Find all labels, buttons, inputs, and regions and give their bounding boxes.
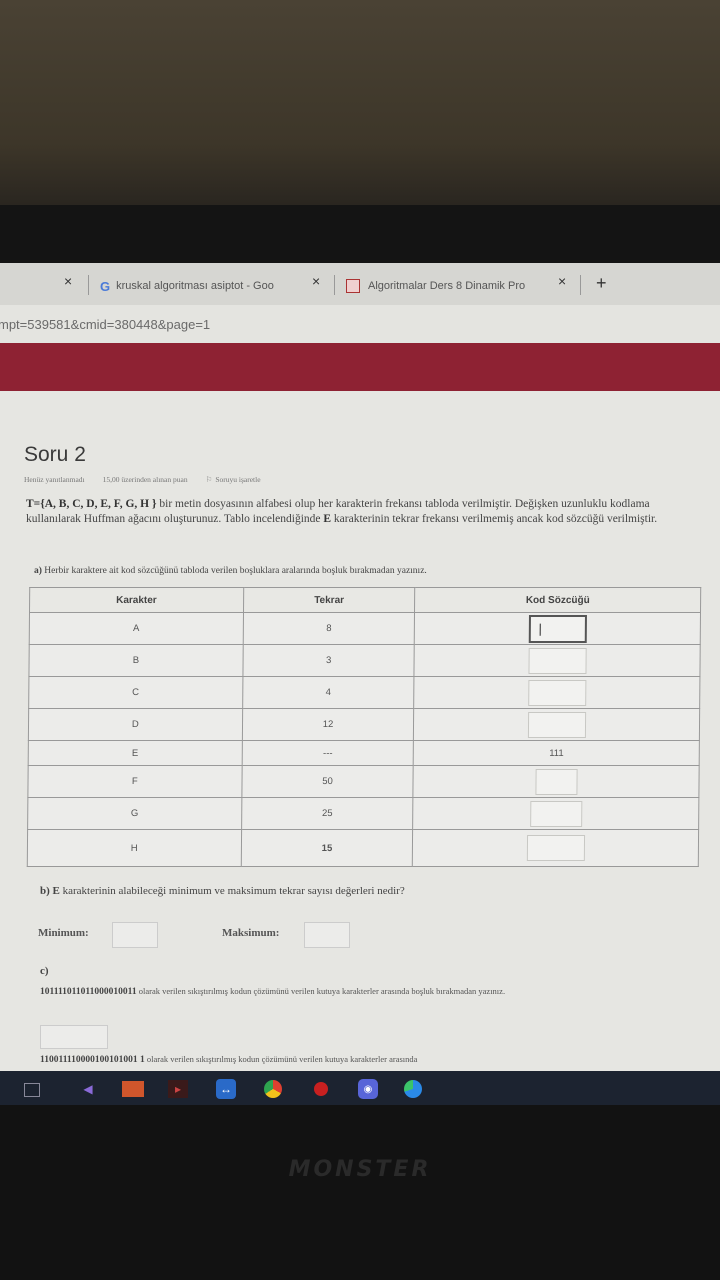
freq-cell: 4 bbox=[242, 676, 415, 709]
table-row: E --- 111 bbox=[28, 740, 700, 766]
background-wall bbox=[0, 0, 720, 205]
code-cell bbox=[413, 797, 699, 830]
part-a-instruction: a) Herbir karaktere ait kod sözcüğünü ta… bbox=[34, 566, 427, 576]
close-tab-icon[interactable]: × bbox=[64, 273, 72, 289]
part-c2-text: 110011110000100101001 1 olarak verilen s… bbox=[40, 1054, 418, 1065]
table-row: A 8 | bbox=[29, 612, 701, 645]
tab-bar: × G kruskal algoritması asiptot - Goo × … bbox=[0, 263, 720, 306]
frequency-table: Karakter Tekrar Kod Sözcüğü A 8 | B 3 C … bbox=[27, 587, 701, 867]
tab-separator bbox=[334, 275, 335, 295]
site-header-banner bbox=[0, 343, 720, 391]
char-cell: A bbox=[29, 612, 244, 645]
tab-kruskal[interactable]: G kruskal algoritması asiptot - Goo bbox=[100, 271, 310, 301]
visual-studio-icon[interactable]: ◀ bbox=[78, 1079, 98, 1099]
code-cell bbox=[413, 765, 700, 798]
discord-icon[interactable]: ◉ bbox=[358, 1079, 378, 1099]
monitor-bezel-top bbox=[0, 205, 720, 263]
teamviewer-icon[interactable]: ↔ bbox=[216, 1079, 236, 1099]
table-row: D 12 bbox=[28, 708, 700, 741]
url-text: mpt=539581&cmid=380448&page=1 bbox=[0, 316, 211, 332]
part-c-label: c) bbox=[40, 965, 49, 977]
code-input-c[interactable] bbox=[527, 679, 587, 706]
maximum-input[interactable] bbox=[304, 922, 350, 948]
tab-algoritmalar[interactable]: Algoritmalar Ders 8 Dinamik Pro bbox=[346, 271, 554, 301]
freq-cell: 3 bbox=[242, 644, 415, 677]
char-cell: E bbox=[28, 740, 243, 766]
freq-cell: 50 bbox=[241, 765, 414, 798]
text-cursor-icon: | bbox=[538, 620, 543, 636]
code-cell bbox=[414, 676, 700, 709]
new-tab-button[interactable]: + bbox=[596, 273, 607, 294]
terminal-icon[interactable]: ▸ bbox=[168, 1080, 188, 1098]
windows-taskbar: ◀ ▸ ↔ ◉ bbox=[0, 1071, 720, 1105]
address-bar[interactable]: mpt=539581&cmid=380448&page=1 bbox=[0, 305, 720, 343]
freq-cell: --- bbox=[241, 740, 414, 766]
char-cell: G bbox=[27, 797, 242, 830]
flag-question-link[interactable]: ⚐ Soruyu işaretle bbox=[206, 475, 261, 484]
column-header: Tekrar bbox=[243, 587, 416, 613]
column-header: Karakter bbox=[29, 587, 244, 613]
code-value-e: 111 bbox=[413, 740, 700, 766]
table-row: G 25 bbox=[27, 797, 699, 830]
flag-icon: ⚐ bbox=[205, 475, 213, 484]
tab-separator bbox=[88, 275, 89, 295]
google-icon: G bbox=[100, 278, 111, 294]
maximum-label: Maksimum: bbox=[222, 927, 280, 939]
char-cell: B bbox=[28, 644, 243, 677]
char-cell: D bbox=[28, 708, 243, 741]
code-cell bbox=[413, 708, 700, 741]
tab-label: kruskal algoritması asiptot - Goo bbox=[116, 280, 274, 292]
table-row: F 50 bbox=[27, 765, 700, 798]
code-input-d[interactable] bbox=[527, 711, 586, 738]
tab-separator bbox=[580, 275, 581, 295]
code-cell: | bbox=[414, 612, 701, 645]
table-header-row: Karakter Tekrar Kod Sözcüğü bbox=[29, 587, 701, 613]
screen: × G kruskal algoritması asiptot - Goo × … bbox=[0, 263, 720, 1105]
decode-input-1[interactable] bbox=[40, 1025, 108, 1049]
freq-cell: 12 bbox=[242, 708, 415, 741]
char-cell: C bbox=[28, 676, 243, 709]
column-header: Kod Sözcüğü bbox=[414, 587, 701, 613]
freq-cell: 8 bbox=[242, 612, 415, 645]
chrome-icon[interactable] bbox=[264, 1080, 282, 1098]
freq-cell: 15 bbox=[240, 829, 414, 867]
laptop-bezel-bottom: MONSTER bbox=[0, 1105, 720, 1280]
table-row: C 4 bbox=[28, 676, 700, 709]
edge-icon[interactable] bbox=[404, 1080, 422, 1098]
points-text: 15,00 üzerinden alınan puan bbox=[102, 475, 188, 484]
part-b-question: b) E karakterinin alabileceği minimum ve… bbox=[40, 885, 405, 897]
close-tab-icon[interactable]: × bbox=[558, 273, 566, 289]
code-input-h[interactable] bbox=[526, 835, 585, 861]
question-content: Soru 2 Henüz yanıtlanmadı 15,00 üzerinde… bbox=[0, 391, 720, 1105]
laptop-brand-logo: MONSTER bbox=[288, 1157, 432, 1182]
minimum-label: Minimum: bbox=[38, 927, 89, 939]
page-title: Soru 2 bbox=[24, 443, 86, 466]
task-view-icon[interactable] bbox=[24, 1083, 40, 1097]
char-cell: H bbox=[27, 829, 242, 867]
table-row: H 15 bbox=[27, 829, 699, 867]
minimum-input[interactable] bbox=[112, 922, 158, 948]
tab-label: Algoritmalar Ders 8 Dinamik Pro bbox=[368, 280, 526, 292]
part-c1-text: 101111011011000010011 olarak verilen sık… bbox=[40, 986, 506, 997]
code-cell bbox=[414, 644, 701, 677]
table-row: B 3 bbox=[28, 644, 701, 677]
code-input-f[interactable] bbox=[535, 768, 578, 795]
freq-cell: 25 bbox=[241, 797, 414, 830]
record-icon[interactable] bbox=[314, 1082, 328, 1096]
code-input-a[interactable]: | bbox=[528, 614, 587, 643]
question-text: T={A, B, C, D, E, F, G, H } bir metin do… bbox=[26, 498, 658, 525]
close-tab-icon[interactable]: × bbox=[312, 273, 320, 289]
app-icon[interactable] bbox=[122, 1081, 144, 1097]
status-text: Henüz yanıtlanmadı bbox=[24, 475, 85, 484]
code-input-b[interactable] bbox=[528, 647, 587, 674]
slides-icon bbox=[346, 279, 360, 293]
code-input-g[interactable] bbox=[529, 800, 583, 827]
char-cell: F bbox=[27, 765, 242, 798]
question-meta: Henüz yanıtlanmadı 15,00 üzerinden alına… bbox=[24, 475, 261, 484]
code-cell bbox=[412, 829, 699, 867]
